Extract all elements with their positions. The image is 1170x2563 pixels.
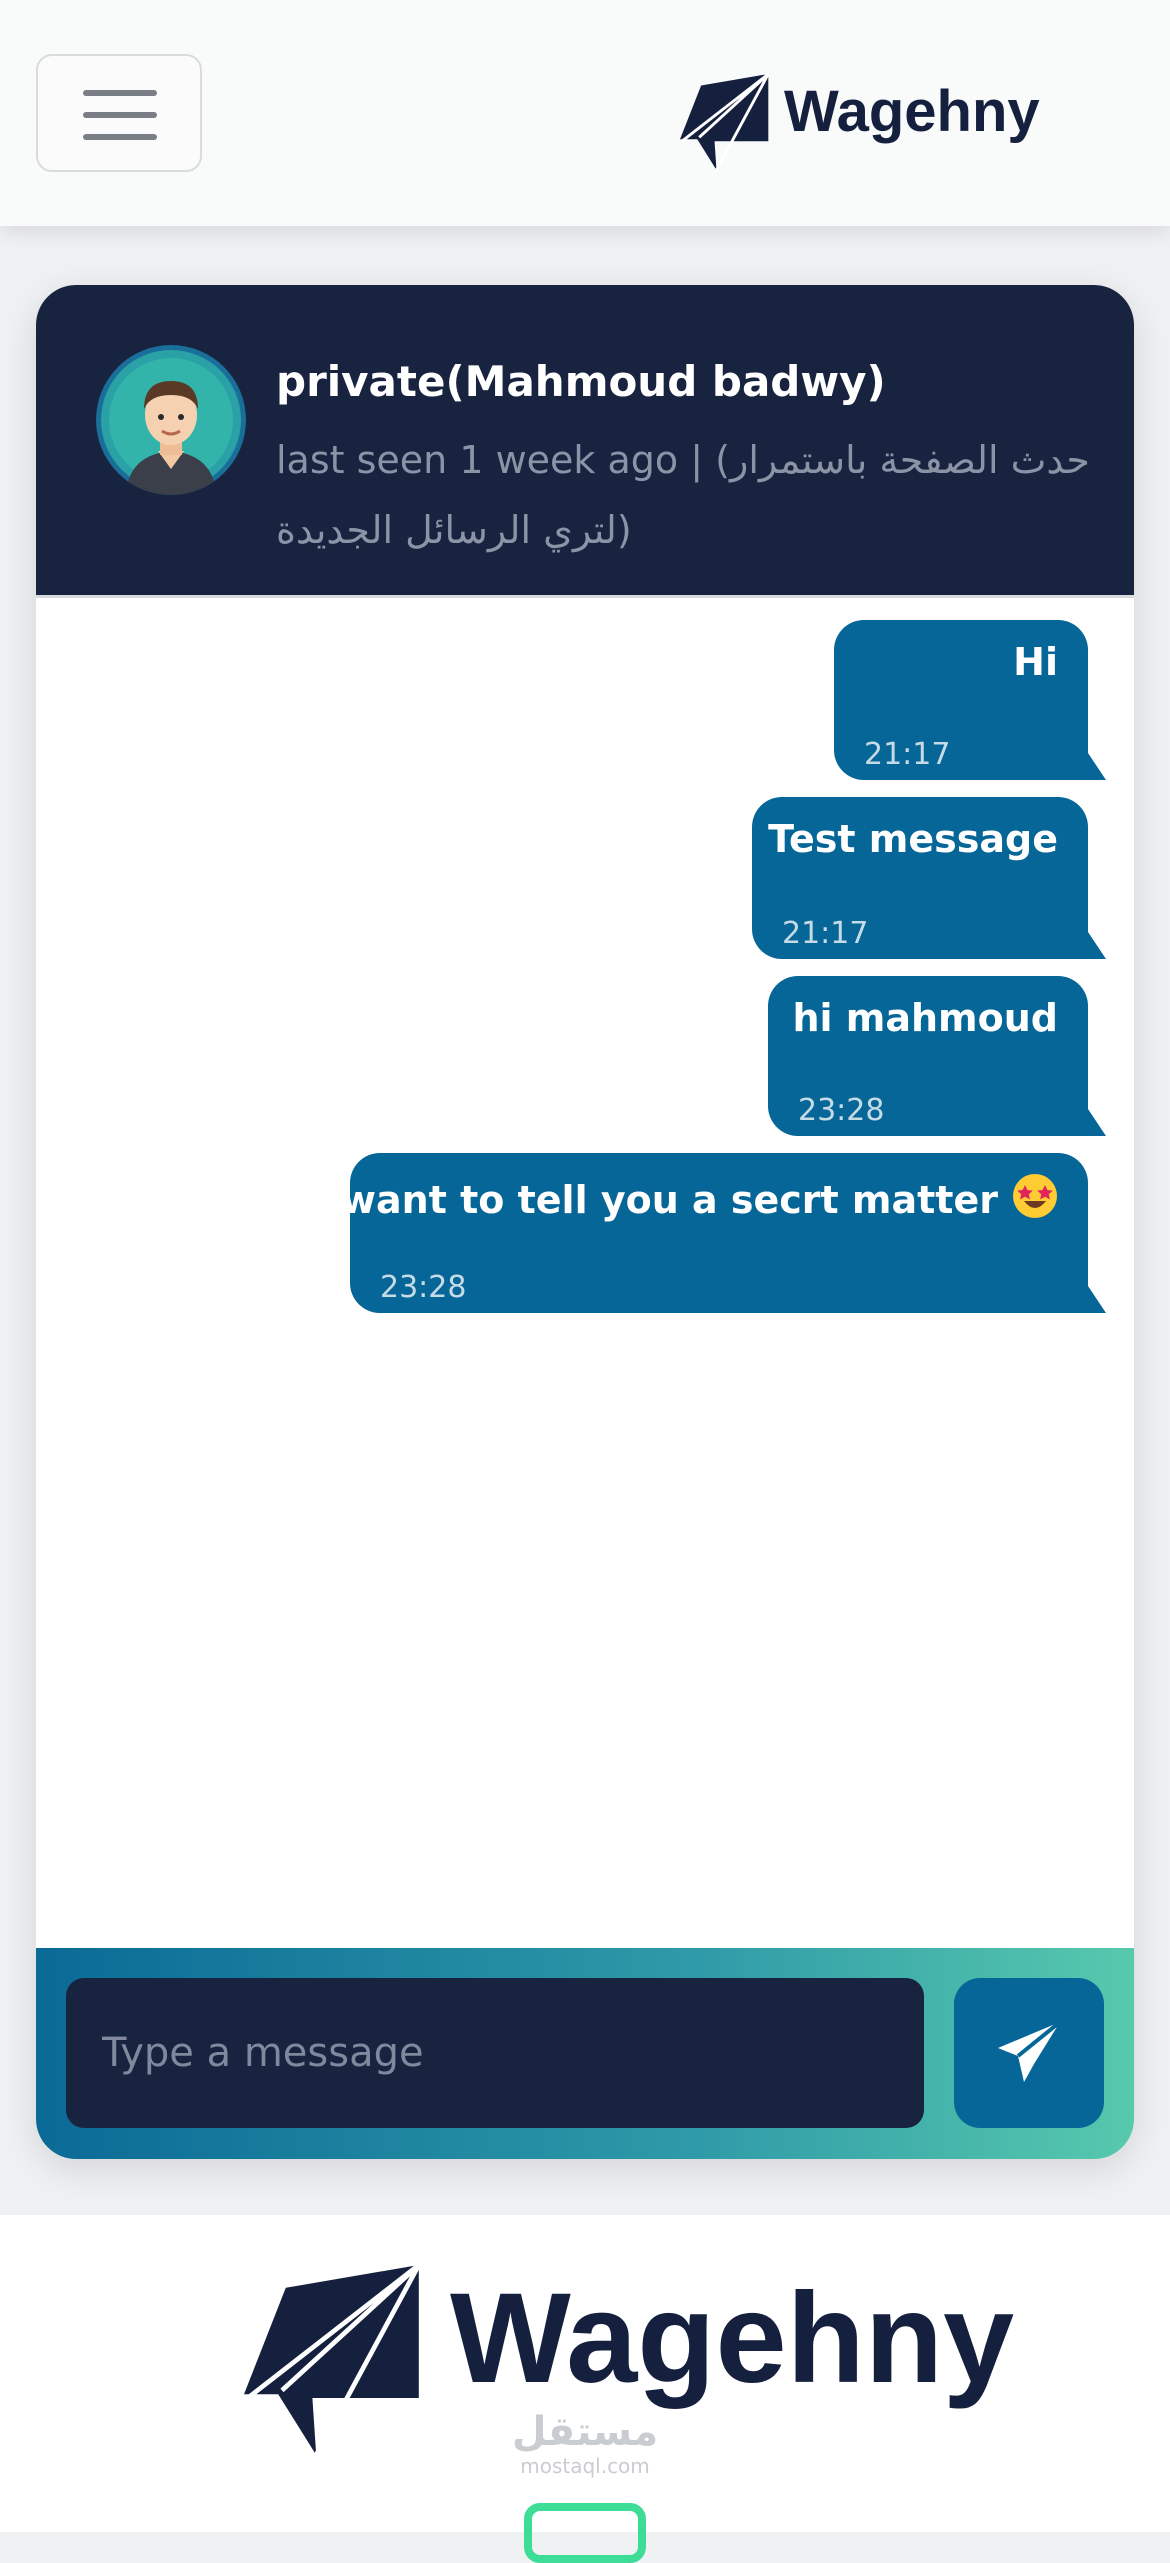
paper-plane-logo-icon [244,2265,421,2455]
top-navbar: Wagehny [0,0,1170,226]
message-bubble: Test message 21:17 [752,797,1106,959]
bubble-tail [1086,750,1106,780]
last-seen-status: last seen 1 week ago | (حدث الصفحة باستم… [276,438,1090,552]
chat-window: private(Mahmoud badwy) last seen 1 week … [36,285,1134,2159]
message-text: Hi [1013,640,1058,684]
message-input[interactable] [66,1978,924,2128]
hamburger-bar [83,134,157,140]
watermark-url: mostaql.com [520,2454,650,2478]
paper-plane-send-icon [998,2020,1062,2082]
message-text-wrapper: i want to tell you a secrt matter [315,1173,1058,1222]
message-time: 23:28 [798,1093,885,1128]
watermark: مستقل mostaql.com [500,2410,670,2478]
watermark-arabic: مستقل [511,2409,659,2455]
footer-badge[interactable] [524,2503,646,2563]
message-time: 21:17 [864,737,951,772]
send-button[interactable] [954,1978,1104,2128]
user-avatar-icon [96,345,246,495]
footer-brand-name: Wagehny [450,2267,1015,2410]
message-bubble: Hi 21:17 [834,620,1106,780]
chat-header: private(Mahmoud badwy) last seen 1 week … [36,285,1134,598]
message-composer [36,1948,1134,2159]
contact-name: private(Mahmoud badwy) [276,357,886,406]
hamburger-menu-icon [83,90,157,96]
brand-name: Wagehny [784,79,1040,144]
hamburger-bar [83,112,157,118]
message-text: hi mahmoud [792,996,1058,1040]
footer: Wagehny مستقل mostaql.com [0,2215,1170,2563]
bubble-tail [1086,929,1106,959]
hamburger-menu-button[interactable] [36,54,202,172]
bubble-tail [1086,1283,1106,1313]
message-text: Test message [768,817,1058,861]
message-text: i want to tell you a secrt matter [314,1178,998,1222]
message-time: 23:28 [380,1270,467,1305]
paper-plane-logo-icon [680,74,770,170]
message-list: Hi 21:17 Test message 21:17 hi mahmoud 2… [36,598,1134,1948]
bubble-tail [1086,1106,1106,1136]
message-bubble: i want to tell you a secrt matter 23:28 [315,1153,1106,1313]
message-bubble: hi mahmoud 23:28 [768,976,1106,1136]
message-time: 21:17 [782,916,869,951]
star-struck-emoji-icon [1013,1174,1057,1218]
